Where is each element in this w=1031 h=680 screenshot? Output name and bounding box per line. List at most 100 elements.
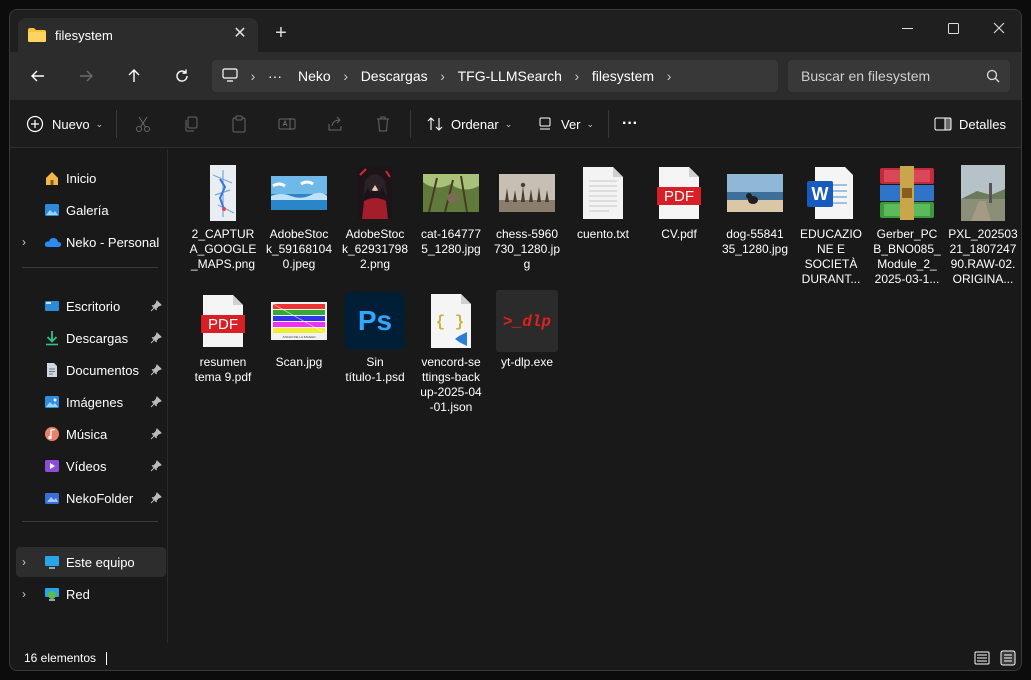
- view-icon: [539, 117, 551, 130]
- sidebar-item-label: Red: [66, 586, 90, 602]
- ps-label: Ps: [358, 305, 392, 336]
- breadcrumb-tfg-llmsearch[interactable]: TFG-LLMSearch: [458, 68, 562, 84]
- pin-icon[interactable]: [150, 428, 162, 440]
- sidebar-item-imagenes[interactable]: Imágenes: [16, 387, 166, 417]
- music-icon: [44, 426, 60, 442]
- word-label: W: [812, 184, 829, 204]
- paste-icon: [232, 115, 246, 133]
- sidebar-item-label: Neko - Personal: [66, 234, 160, 250]
- address-bar[interactable]: › ··· Neko › Descargas › TFG-LLMSearch ›…: [212, 60, 778, 92]
- share-button[interactable]: [326, 112, 344, 136]
- sidebar-item-label: NekoFolder: [66, 490, 134, 506]
- pin-icon[interactable]: [150, 460, 162, 472]
- search-icon: [986, 69, 1000, 86]
- sidebar-item-neko-personal[interactable]: › Neko - Personal: [16, 227, 166, 257]
- maximize-button[interactable]: [930, 14, 976, 42]
- dlp-label: >_dlp: [503, 313, 551, 331]
- breadcrumb-descargas[interactable]: Descargas: [361, 68, 428, 84]
- trash-icon: [377, 116, 389, 132]
- divider: [608, 110, 609, 138]
- pin-icon[interactable]: [150, 492, 162, 504]
- chevron-right-icon[interactable]: ›: [22, 555, 26, 569]
- pin-icon[interactable]: [150, 332, 162, 344]
- chevron-right-icon[interactable]: ›: [22, 235, 26, 249]
- sidebar-item-inicio[interactable]: Inicio: [16, 163, 166, 193]
- sidebar-item-documentos[interactable]: Documentos: [16, 355, 166, 385]
- sidebar-item-red[interactable]: › Red: [16, 579, 166, 609]
- folder-icon: [44, 490, 60, 506]
- breadcrumb-more[interactable]: ···: [268, 68, 282, 84]
- sidebar-item-musica[interactable]: Música: [16, 419, 166, 449]
- new-tab-button[interactable]: +: [272, 23, 290, 43]
- sidebar-item-label: Documentos: [66, 362, 139, 378]
- new-button[interactable]: Nuevo ⌄: [26, 112, 103, 136]
- arrow-left-icon: [31, 70, 44, 82]
- sidebar-item-label: Imágenes: [66, 394, 124, 410]
- json-braces: { }: [436, 313, 465, 331]
- image-thumbnail: [719, 161, 791, 225]
- file-name: AdobeStoc k_62931798 2.png: [341, 227, 409, 271]
- sidebar-item-label: Vídeos: [66, 458, 107, 474]
- details-view-icon[interactable]: [974, 650, 990, 669]
- pin-icon[interactable]: [150, 396, 162, 408]
- details-button[interactable]: Detalles: [934, 112, 1006, 136]
- back-button[interactable]: [24, 62, 52, 90]
- rename-button[interactable]: [278, 112, 296, 136]
- pdf-label: PDF: [208, 316, 238, 333]
- download-icon: [44, 330, 60, 346]
- sidebar-item-videos[interactable]: Vídeos: [16, 451, 166, 481]
- file-name: resumen tema 9.pdf: [194, 355, 252, 384]
- pin-icon[interactable]: [150, 300, 162, 312]
- sidebar-item-este-equipo[interactable]: › Este equipo: [16, 547, 166, 577]
- chevron-right-icon: ›: [343, 68, 349, 84]
- word-file-icon: W: [795, 161, 867, 225]
- image-thumbnail: [263, 161, 335, 225]
- forward-button[interactable]: [72, 62, 100, 90]
- copy-button[interactable]: [182, 112, 200, 136]
- refresh-button[interactable]: [168, 62, 196, 90]
- close-tab-icon[interactable]: ✕: [232, 26, 248, 42]
- computer-icon: [222, 67, 238, 85]
- folder-icon: [28, 28, 46, 42]
- tab-filesystem[interactable]: filesystem ✕: [18, 18, 258, 52]
- sort-button[interactable]: Ordenar ⌄: [426, 112, 512, 136]
- sidebar-item-nekofolder[interactable]: NekoFolder: [16, 483, 166, 513]
- image-thumbnail: [491, 161, 563, 225]
- breadcrumb-neko[interactable]: Neko: [298, 68, 331, 84]
- refresh-icon: [176, 69, 188, 82]
- up-button[interactable]: [120, 62, 148, 90]
- close-window-button[interactable]: [976, 14, 1021, 42]
- file-explorer-window: filesystem ✕ + › ··· Neko › Descargas › …: [9, 9, 1022, 671]
- view-button[interactable]: Ver ⌄: [536, 112, 594, 136]
- navigation-bar: › ··· Neko › Descargas › TFG-LLMSearch ›…: [10, 52, 1021, 100]
- network-icon: [44, 586, 60, 602]
- more-options-button[interactable]: ···: [622, 112, 638, 136]
- gallery-icon: [44, 202, 60, 218]
- sidebar-item-descargas[interactable]: Descargas: [16, 323, 166, 353]
- file-name: EDUCAZIO NE E SOCIETÀ DURANT...: [799, 227, 862, 286]
- cut-button[interactable]: [134, 112, 152, 136]
- desktop-icon: [44, 298, 60, 314]
- file-name: Sin título-1.psd: [345, 355, 405, 384]
- chevron-right-icon: ›: [440, 68, 445, 84]
- paste-button[interactable]: [230, 112, 248, 136]
- pdf-file-icon: PDF: [187, 289, 259, 353]
- sidebar-item-galeria[interactable]: Galería: [16, 195, 166, 225]
- sort-label: Ordenar: [451, 116, 499, 132]
- text-file-icon: [567, 161, 639, 225]
- sidebar-item-escritorio[interactable]: Escritorio: [16, 291, 166, 321]
- pin-icon[interactable]: [150, 364, 162, 376]
- pdf-file-icon: PDF: [643, 161, 715, 225]
- minimize-button[interactable]: [884, 14, 930, 42]
- tiles-view-icon[interactable]: [1000, 650, 1016, 669]
- chevron-right-icon[interactable]: ›: [662, 68, 676, 84]
- scan-caption: ANCHO DE LA IMAGEN: [283, 335, 316, 339]
- arrow-up-icon: [128, 69, 140, 82]
- tab-title: filesystem: [55, 27, 113, 43]
- search-input[interactable]: Buscar en filesystem: [788, 60, 1010, 92]
- chevron-down-icon: ⌄: [504, 118, 513, 129]
- divider: [116, 110, 117, 138]
- delete-button[interactable]: [374, 112, 392, 136]
- chevron-right-icon[interactable]: ›: [22, 587, 26, 601]
- breadcrumb-filesystem[interactable]: filesystem: [592, 68, 654, 84]
